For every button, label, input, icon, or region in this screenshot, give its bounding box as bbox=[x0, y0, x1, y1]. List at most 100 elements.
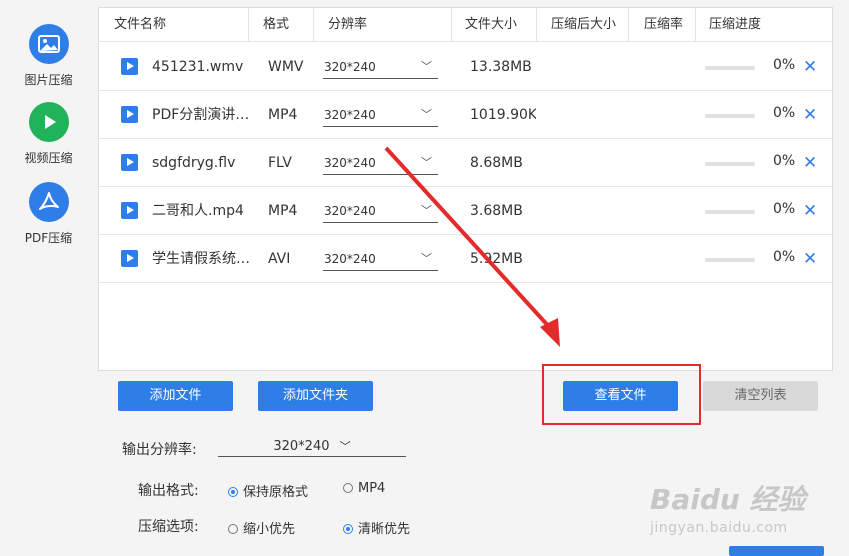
chevron-down-icon: ﹀ bbox=[421, 204, 432, 217]
resolution-select[interactable]: 320*240 ﹀ bbox=[323, 55, 438, 79]
sidebar-label-image: 图片压缩 bbox=[24, 73, 73, 87]
video-file-icon bbox=[121, 58, 138, 75]
progress-bar bbox=[705, 210, 755, 214]
progress-bar bbox=[705, 258, 755, 262]
file-name: 学生请假系统… bbox=[152, 251, 250, 267]
annotation-highlight-box bbox=[542, 364, 701, 425]
radio-unchecked-icon bbox=[228, 524, 238, 534]
sidebar-label-video: 视频压缩 bbox=[24, 151, 73, 165]
clear-list-button[interactable]: 清空列表 bbox=[703, 381, 818, 411]
progress-bar bbox=[705, 162, 755, 166]
format-option-label: 保持原格式 bbox=[243, 485, 309, 500]
table-row[interactable]: 二哥和人.mp4 MP4 320*240 ﹀ 3.68MB 0% ✕ bbox=[99, 187, 832, 235]
header-format: 格式 bbox=[263, 17, 290, 32]
file-name: sdgfdryg.flv bbox=[152, 155, 236, 171]
progress-percent: 0% bbox=[773, 105, 796, 121]
resolution-value: 320*240 bbox=[324, 204, 376, 218]
compress-option-label: 压缩选项: bbox=[138, 519, 199, 535]
header-divider bbox=[536, 8, 537, 42]
chevron-down-icon: ﹀ bbox=[421, 60, 432, 73]
delete-icon[interactable]: ✕ bbox=[803, 187, 817, 235]
resolution-select[interactable]: 320*240 ﹀ bbox=[323, 247, 438, 271]
header-divider bbox=[248, 8, 249, 42]
output-resolution-label: 输出分辨率: bbox=[122, 442, 197, 458]
resolution-value: 320*240 bbox=[324, 252, 376, 266]
chevron-down-icon: ﹀ bbox=[421, 108, 432, 121]
compress-clarity-priority-radio[interactable]: 清晰优先 bbox=[343, 518, 410, 537]
progress-percent: 0% bbox=[773, 201, 796, 217]
video-file-icon bbox=[121, 154, 138, 171]
format-option-label: MP4 bbox=[358, 481, 386, 496]
play-icon bbox=[28, 102, 69, 142]
format-keep-original-radio[interactable]: 保持原格式 bbox=[228, 481, 308, 500]
compress-option-text: 清晰优先 bbox=[358, 522, 411, 537]
video-file-icon bbox=[121, 106, 138, 123]
file-format: MP4 bbox=[268, 203, 298, 219]
resolution-select[interactable]: 320*240 ﹀ bbox=[323, 151, 438, 175]
pdf-icon bbox=[28, 182, 69, 222]
progress-bar bbox=[705, 66, 755, 70]
sidebar: 图片压缩 视频压缩 PDF压缩 bbox=[0, 0, 97, 554]
image-icon bbox=[28, 24, 69, 64]
add-file-button[interactable]: 添加文件 bbox=[118, 381, 233, 411]
file-size: 13.38MB bbox=[470, 59, 532, 75]
header-progress: 压缩进度 bbox=[709, 17, 762, 32]
table-row[interactable]: 学生请假系统… AVI 320*240 ﹀ 5.92MB 0% ✕ bbox=[99, 235, 832, 283]
delete-icon[interactable]: ✕ bbox=[803, 43, 817, 91]
format-mp4-radio[interactable]: MP4 bbox=[343, 481, 385, 496]
resolution-value: 320*240 bbox=[324, 108, 376, 122]
progress-bar bbox=[705, 114, 755, 118]
chevron-down-icon: ﹀ bbox=[339, 440, 351, 453]
chevron-down-icon: ﹀ bbox=[421, 252, 432, 265]
delete-icon[interactable]: ✕ bbox=[803, 235, 817, 283]
header-divider bbox=[628, 8, 629, 42]
file-size: 8.68MB bbox=[470, 155, 523, 171]
progress-percent: 0% bbox=[773, 153, 796, 169]
watermark-url: jingyan.baidu.com bbox=[650, 520, 788, 536]
header-divider bbox=[313, 8, 314, 42]
output-resolution-select[interactable]: 320*240 ﹀ bbox=[218, 437, 406, 457]
file-name: 451231.wmv bbox=[152, 59, 244, 75]
radio-checked-icon bbox=[228, 487, 238, 497]
header-divider bbox=[451, 8, 452, 42]
file-name: 二哥和人.mp4 bbox=[152, 203, 244, 219]
progress-percent: 0% bbox=[773, 249, 796, 265]
video-file-icon bbox=[121, 250, 138, 267]
resolution-value: 320*240 bbox=[324, 156, 376, 170]
file-format: FLV bbox=[268, 155, 292, 171]
file-name: PDF分割演讲… bbox=[152, 107, 250, 123]
file-format: WMV bbox=[268, 59, 304, 75]
sidebar-item-image-compress[interactable]: 图片压缩 bbox=[0, 24, 97, 88]
compress-size-priority-radio[interactable]: 缩小优先 bbox=[228, 518, 295, 537]
file-format: AVI bbox=[268, 251, 291, 267]
sidebar-label-pdf: PDF压缩 bbox=[24, 231, 73, 245]
header-name: 文件名称 bbox=[114, 17, 167, 32]
progress-percent: 0% bbox=[773, 57, 796, 73]
table-row[interactable]: PDF分割演讲… MP4 320*240 ﹀ 1019.90KB 0% ✕ bbox=[99, 91, 832, 139]
header-size: 文件大小 bbox=[465, 17, 518, 32]
file-size: 5.92MB bbox=[470, 251, 523, 267]
resolution-value: 320*240 bbox=[324, 60, 376, 74]
start-compress-button-partial[interactable] bbox=[729, 546, 824, 556]
add-folder-button[interactable]: 添加文件夹 bbox=[258, 381, 373, 411]
chevron-down-icon: ﹀ bbox=[421, 156, 432, 169]
output-format-label: 输出格式: bbox=[138, 483, 199, 499]
resolution-select[interactable]: 320*240 ﹀ bbox=[323, 103, 438, 127]
sidebar-item-pdf-compress[interactable]: PDF压缩 bbox=[0, 182, 97, 246]
watermark-logo: Baidu 经验 bbox=[650, 483, 806, 516]
header-divider bbox=[695, 8, 696, 42]
table-row[interactable]: sdgfdryg.flv FLV 320*240 ﹀ 8.68MB 0% ✕ bbox=[99, 139, 832, 187]
table-header: 文件名称 格式 分辨率 文件大小 压缩后大小 压缩率 压缩进度 bbox=[99, 8, 832, 42]
sidebar-item-video-compress[interactable]: 视频压缩 bbox=[0, 102, 97, 166]
table-row[interactable]: 451231.wmv WMV 320*240 ﹀ 13.38MB 0% ✕ bbox=[99, 43, 832, 91]
header-ratio: 压缩率 bbox=[644, 17, 684, 32]
output-resolution-value: 320*240 bbox=[273, 439, 330, 454]
compress-option-text: 缩小优先 bbox=[243, 522, 296, 537]
file-format: MP4 bbox=[268, 107, 298, 123]
radio-checked-icon bbox=[343, 524, 353, 534]
delete-icon[interactable]: ✕ bbox=[803, 139, 817, 187]
video-file-icon bbox=[121, 202, 138, 219]
resolution-select[interactable]: 320*240 ﹀ bbox=[323, 199, 438, 223]
delete-icon[interactable]: ✕ bbox=[803, 91, 817, 139]
file-list: 文件名称 格式 分辨率 文件大小 压缩后大小 压缩率 压缩进度 451231.w… bbox=[98, 7, 833, 371]
